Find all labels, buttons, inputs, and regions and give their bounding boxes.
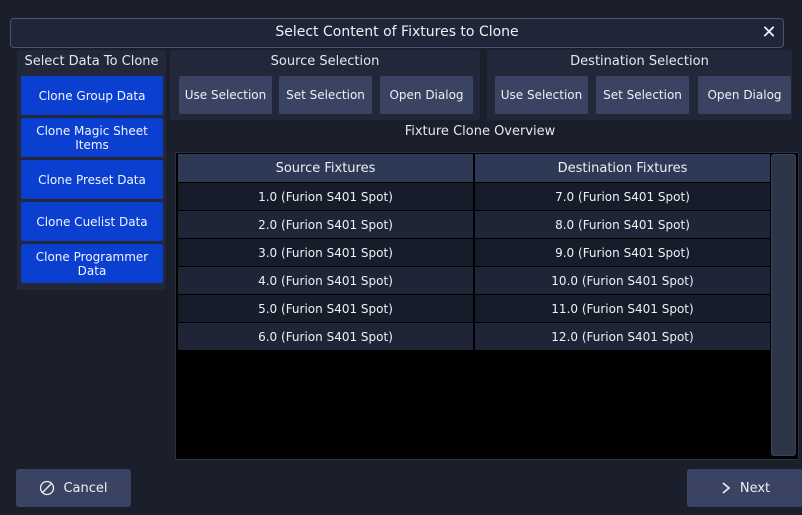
clone-cuelist-data-button[interactable]: Clone Cuelist Data — [21, 202, 163, 241]
source-cell: 1.0 (Furion S401 Spot) — [178, 183, 473, 210]
clone-group-data-button[interactable]: Clone Group Data — [21, 76, 163, 115]
source-cell: 6.0 (Furion S401 Spot) — [178, 323, 473, 350]
column-header-source[interactable]: Source Fixtures — [178, 154, 473, 182]
cancel-circle-icon — [40, 480, 55, 496]
fixture-clone-table: Source Fixtures Destination Fixtures 1.0… — [175, 152, 799, 460]
destination-selection-heading: Destination Selection — [570, 54, 709, 69]
cancel-label: Cancel — [63, 480, 108, 496]
clone-preset-data-button[interactable]: Clone Preset Data — [21, 160, 163, 199]
dialog-title: Select Content of Fixtures to Clone — [275, 24, 519, 40]
destination-selection-panel: Destination Selection Use Selection Set … — [487, 50, 792, 120]
cancel-button[interactable]: Cancel — [16, 469, 131, 507]
close-button[interactable]: ✕ — [754, 18, 784, 46]
table-scrollbar[interactable] — [771, 154, 796, 456]
destination-cell: 9.0 (Furion S401 Spot) — [475, 239, 770, 266]
dialog-titlebar: Select Content of Fixtures to Clone ✕ — [10, 18, 784, 48]
source-cell: 3.0 (Furion S401 Spot) — [178, 239, 473, 266]
destination-cell: 8.0 (Furion S401 Spot) — [475, 211, 770, 238]
destination-cell: 11.0 (Furion S401 Spot) — [475, 295, 770, 322]
source-use-selection-button[interactable]: Use Selection — [179, 76, 272, 114]
clone-programmer-data-button[interactable]: Clone Programmer Data — [21, 244, 163, 283]
source-cell: 5.0 (Furion S401 Spot) — [178, 295, 473, 322]
select-data-heading: Select Data To Clone — [24, 54, 159, 69]
destination-cell: 7.0 (Furion S401 Spot) — [475, 183, 770, 210]
fixture-clone-overview-heading: Fixture Clone Overview — [404, 124, 556, 139]
table-row[interactable]: 6.0 (Furion S401 Spot) 12.0 (Furion S401… — [178, 323, 770, 350]
table-row[interactable]: 4.0 (Furion S401 Spot) 10.0 (Furion S401… — [178, 267, 770, 294]
source-open-dialog-button[interactable]: Open Dialog — [380, 76, 473, 114]
destination-use-selection-button[interactable]: Use Selection — [495, 76, 588, 114]
table-row[interactable]: 3.0 (Furion S401 Spot) 9.0 (Furion S401 … — [178, 239, 770, 266]
source-cell: 2.0 (Furion S401 Spot) — [178, 211, 473, 238]
table-row[interactable]: 2.0 (Furion S401 Spot) 8.0 (Furion S401 … — [178, 211, 770, 238]
column-header-destination[interactable]: Destination Fixtures — [475, 154, 770, 182]
destination-open-dialog-button[interactable]: Open Dialog — [698, 76, 791, 114]
source-selection-heading: Source Selection — [270, 54, 380, 69]
chevron-right-icon — [722, 482, 731, 494]
destination-cell: 10.0 (Furion S401 Spot) — [475, 267, 770, 294]
table-header: Source Fixtures Destination Fixtures — [178, 154, 770, 182]
next-label: Next — [739, 480, 771, 496]
table-row[interactable]: 1.0 (Furion S401 Spot) 7.0 (Furion S401 … — [178, 183, 770, 210]
clone-magic-sheet-items-button[interactable]: Clone Magic Sheet Items — [21, 118, 163, 157]
select-data-panel: Select Data To Clone Clone Group Data Cl… — [17, 50, 166, 290]
next-button[interactable]: Next — [687, 469, 802, 507]
destination-set-selection-button[interactable]: Set Selection — [596, 76, 689, 114]
table-row[interactable]: 5.0 (Furion S401 Spot) 11.0 (Furion S401… — [178, 295, 770, 322]
destination-cell: 12.0 (Furion S401 Spot) — [475, 323, 770, 350]
close-icon: ✕ — [761, 21, 777, 43]
source-selection-panel: Source Selection Use Selection Set Selec… — [170, 50, 480, 120]
source-cell: 4.0 (Furion S401 Spot) — [178, 267, 473, 294]
source-set-selection-button[interactable]: Set Selection — [279, 76, 372, 114]
